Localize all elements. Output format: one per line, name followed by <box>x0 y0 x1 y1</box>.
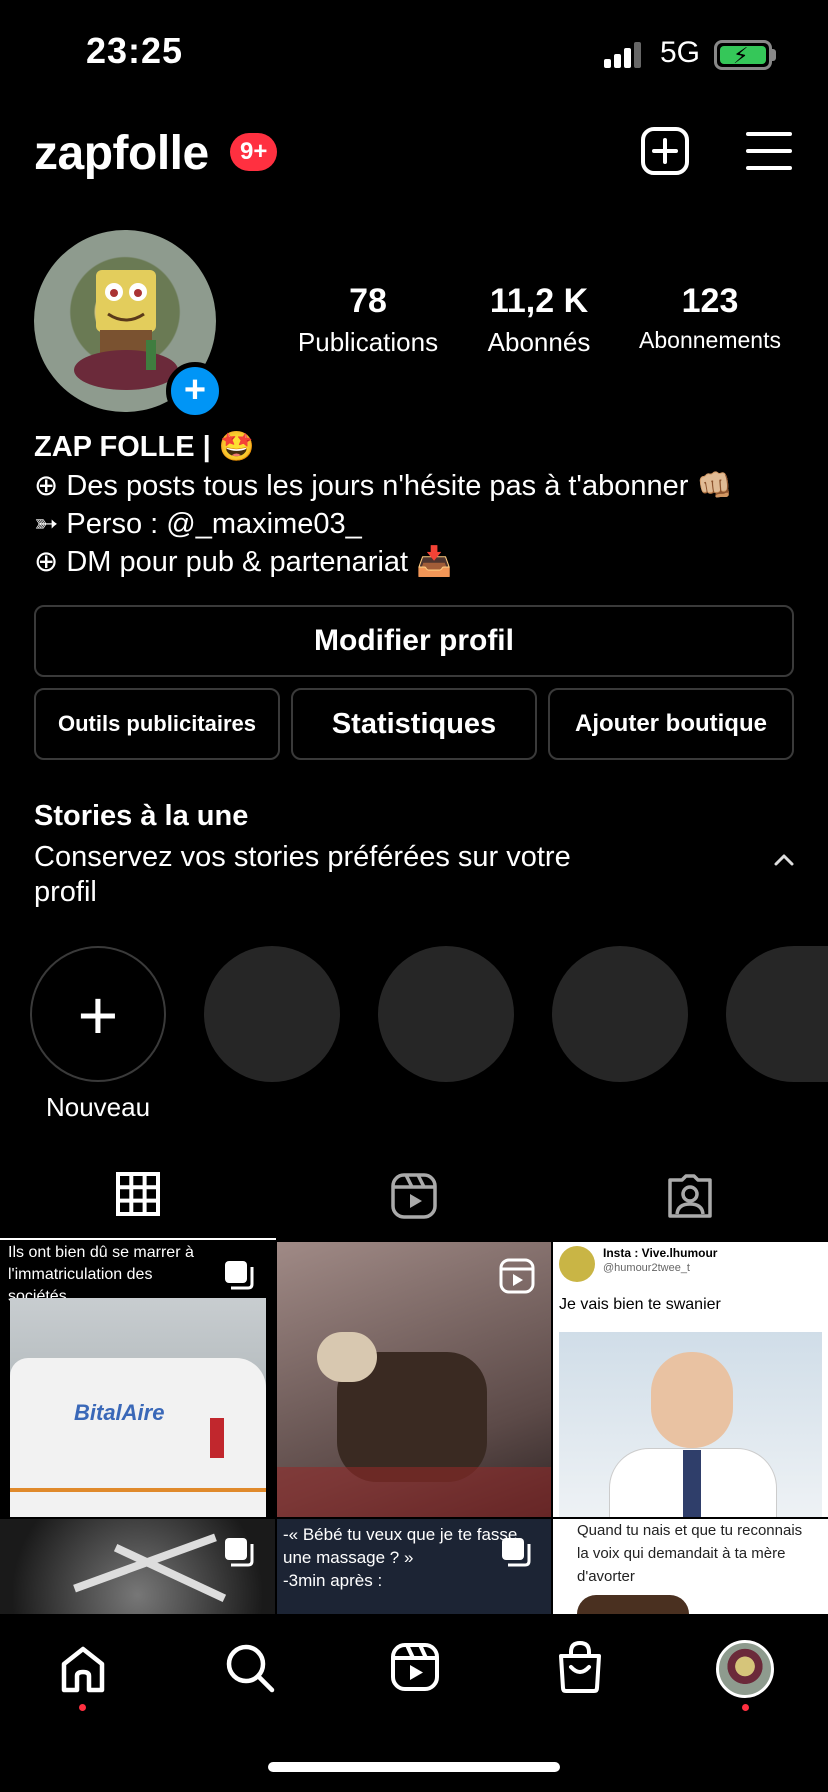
create-post-icon[interactable] <box>640 126 690 176</box>
highlights-title: Stories à la une <box>34 800 249 832</box>
plus-icon: + <box>77 976 119 1054</box>
reels-icon[interactable] <box>390 1642 440 1692</box>
stat-following-value: 123 <box>681 282 739 320</box>
bio-line-1: ⊕ Des posts tous les jours n'hésite pas … <box>34 470 733 502</box>
profile-display-name: ZAP FOLLE | 🤩 <box>34 431 255 463</box>
post-thumbnail[interactable] <box>0 1519 275 1614</box>
highlight-placeholder <box>552 946 688 1082</box>
stat-followers-label: Abonnés <box>487 327 591 357</box>
carousel-icon <box>502 1538 531 1567</box>
highlight-placeholder <box>204 946 340 1082</box>
post-image-detail <box>317 1332 377 1382</box>
stat-posts-label: Publications <box>297 327 439 357</box>
cell-signal-icon <box>604 42 644 68</box>
bio-line-3: ⊕ DM pour pub & partenariat 📥 <box>34 546 453 578</box>
profile-tab-avatar[interactable] <box>716 1640 774 1698</box>
shop-icon[interactable] <box>556 1640 604 1694</box>
notification-badge[interactable]: 9+ <box>230 133 278 171</box>
carousel-icon <box>225 1538 254 1567</box>
profile-username[interactable]: zapfolle <box>34 126 209 181</box>
post-thumbnail[interactable]: Ils ont bien dû se marrer à l'immatricul… <box>0 1242 275 1517</box>
post-image <box>559 1332 822 1517</box>
post-image <box>577 1595 689 1614</box>
ad-tools-button[interactable]: Outils publicitaires <box>34 688 280 760</box>
stat-posts-value: 78 <box>349 282 387 320</box>
highlights-description: Conservez vos stories préférées sur votr… <box>34 841 571 908</box>
bio-line-2[interactable]: ➳ Perso : @_maxime03_ <box>34 505 362 543</box>
home-icon[interactable] <box>58 1644 108 1694</box>
search-icon[interactable] <box>224 1642 276 1694</box>
tweet-account-name: Insta : Vive.lhumour <box>603 1246 718 1260</box>
insights-button[interactable]: Statistiques <box>291 688 537 760</box>
network-type: 5G <box>660 36 701 69</box>
post-image-floor <box>277 1467 551 1517</box>
highlight-placeholder <box>378 946 514 1082</box>
reels-tab-icon[interactable] <box>390 1172 438 1220</box>
tweet-handle: @humour2twee_t <box>603 1262 690 1274</box>
home-activity-dot <box>79 1704 86 1711</box>
post-thumbnail[interactable]: -« Bébé tu veux que je te fasse une mass… <box>277 1519 551 1614</box>
edit-profile-button[interactable]: Modifier profil <box>34 605 794 677</box>
doctor-face <box>651 1352 733 1448</box>
battery-tip <box>772 49 776 61</box>
tweet-text: Je vais bien te swanier <box>559 1296 721 1313</box>
carousel-icon <box>225 1261 254 1290</box>
van-stripe <box>10 1488 266 1492</box>
tagged-tab-icon[interactable] <box>666 1172 714 1220</box>
grid-posts-tab-icon[interactable] <box>116 1172 160 1216</box>
chevron-up-icon[interactable] <box>772 848 796 872</box>
add-shop-button[interactable]: Ajouter boutique <box>548 688 794 760</box>
stat-followers-value: 11,2 K <box>489 282 589 320</box>
post-thumbnail[interactable] <box>277 1242 551 1517</box>
post-thumbnail[interactable]: Insta : Vive.lhumour @humour2twee_t Je v… <box>553 1242 828 1517</box>
new-highlight-label: Nouveau <box>45 1092 151 1122</box>
reel-indicator-icon <box>499 1258 535 1294</box>
stat-following[interactable]: 123 Abonnements <box>628 282 792 354</box>
van-taillight <box>210 1418 224 1458</box>
active-tab-indicator <box>0 1238 276 1240</box>
post-text: -« Bébé tu veux que je te fasse une mass… <box>283 1525 518 1590</box>
post-text: Quand tu nais et que tu reconnais la voi… <box>577 1522 803 1585</box>
post-image: BitalAire <box>10 1298 266 1517</box>
status-time: 23:25 <box>86 30 184 71</box>
doctor-tie <box>683 1450 701 1517</box>
profile-activity-dot <box>742 1704 749 1711</box>
stat-followers[interactable]: 11,2 K Abonnés <box>464 282 614 358</box>
home-indicator <box>268 1762 560 1772</box>
tweet-avatar <box>559 1246 595 1282</box>
van-shape <box>10 1358 266 1517</box>
van-logo-text: BitalAire <box>74 1400 165 1425</box>
post-thumbnail[interactable]: Quand tu nais et que tu reconnais la voi… <box>553 1519 828 1614</box>
stat-following-label: Abonnements <box>639 327 781 353</box>
highlight-placeholder <box>726 946 828 1082</box>
stat-posts[interactable]: 78 Publications <box>288 282 448 358</box>
add-story-button[interactable]: + <box>166 362 224 420</box>
battery-charging-icon: ⚡ <box>714 40 772 70</box>
menu-icon[interactable] <box>744 126 794 176</box>
